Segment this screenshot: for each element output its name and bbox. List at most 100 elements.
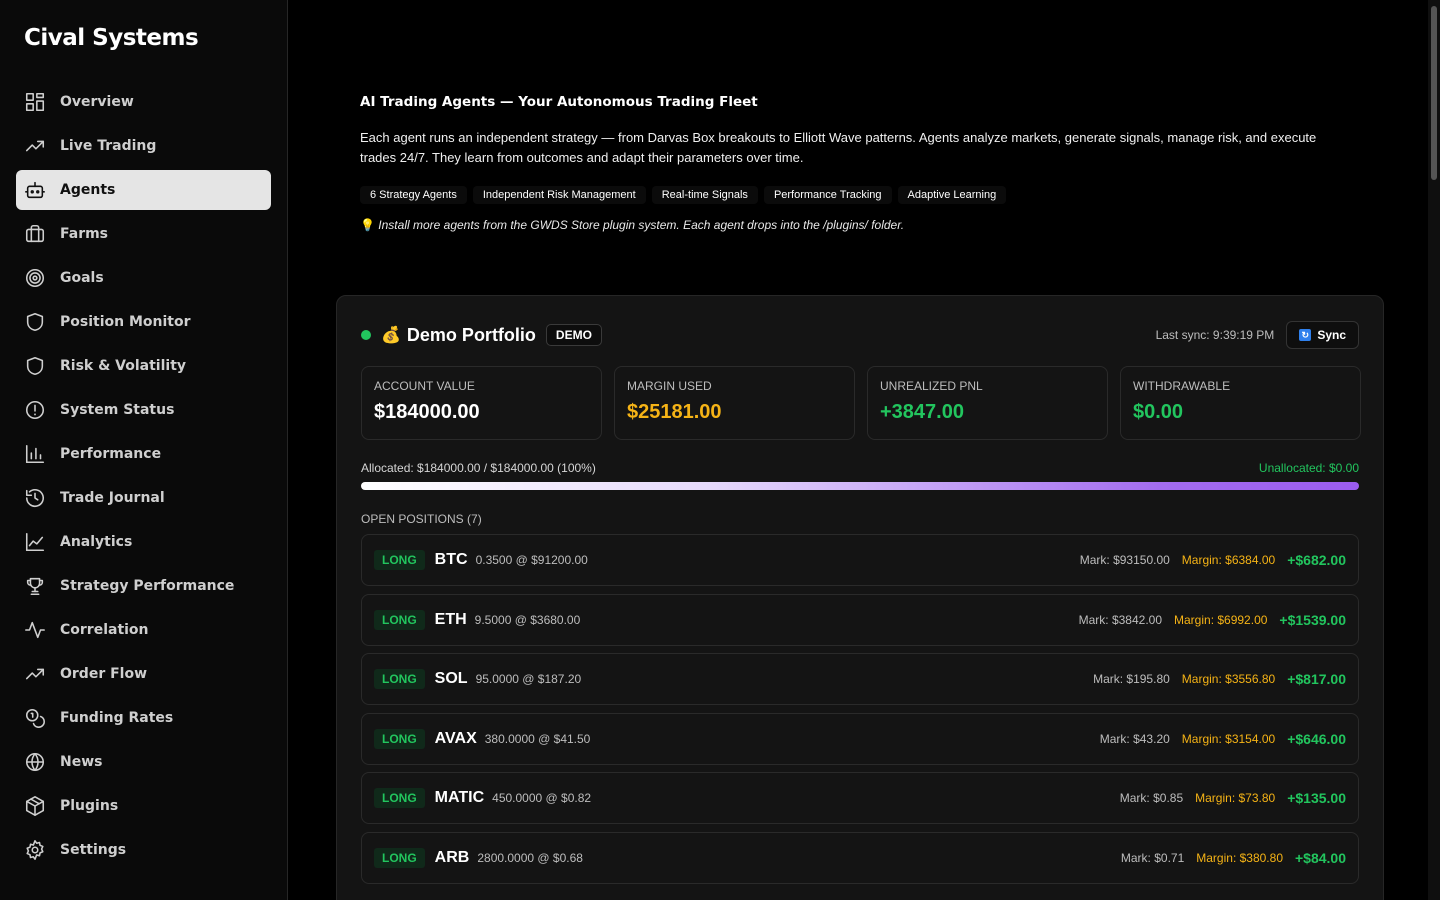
sidebar-item-live-trading[interactable]: Live Trading (16, 126, 271, 166)
position-metrics: Mark: $43.20 Margin: $3154.00 +$646.00 (1100, 731, 1346, 747)
portfolio-header: 💰 Demo Portfolio DEMO Last sync: 9:39:19… (361, 320, 1359, 350)
mark-price: Mark: $0.85 (1119, 791, 1184, 805)
sidebar-item-correlation[interactable]: Correlation (16, 610, 271, 650)
stat-label: MARGIN USED (627, 379, 712, 393)
page-title: AI Trading Agents — Your Autonomous Trad… (360, 94, 758, 110)
sidebar-item-settings[interactable]: Settings (16, 830, 271, 870)
scrollbar[interactable] (1428, 0, 1440, 900)
position-margin: Margin: $380.80 (1196, 850, 1283, 865)
stat-value: $25181.00 (627, 401, 722, 423)
sidebar-item-farms[interactable]: Farms (16, 214, 271, 254)
grid-icon (24, 91, 46, 113)
line-chart-icon (24, 531, 46, 553)
position-metrics: Mark: $93150.00 Margin: $6384.00 +$682.00 (1080, 552, 1346, 568)
trending-up-icon (24, 663, 46, 685)
position-size: 2800.0000 @ $0.68 (477, 850, 583, 865)
intro-description: Each agent runs an independent strategy … (360, 130, 1317, 165)
sidebar-item-label: Analytics (60, 534, 133, 550)
sidebar-item-risk-and-volatility[interactable]: Risk & Volatility (16, 346, 271, 386)
side-badge: LONG (374, 788, 425, 808)
sidebar-item-label: Overview (60, 94, 134, 110)
sidebar-item-analytics[interactable]: Analytics (16, 522, 271, 562)
sidebar-item-performance[interactable]: Performance (16, 434, 271, 474)
position-row-eth[interactable]: LONG ETH 9.5000 @ $3680.00 Mark: $3842.00 Ma… (361, 593, 1359, 646)
feature-tags: 6 Strategy Agents Independent Risk Manag… (360, 186, 1340, 204)
stat-value: +3847.00 (880, 401, 964, 423)
sidebar-item-goals[interactable]: Goals (16, 258, 271, 298)
stat-withdrawable: WITHDRAWABLE $0.00 (1120, 366, 1361, 440)
sidebar-item-funding-rates[interactable]: Funding Rates (16, 698, 271, 738)
sidebar-item-label: System Status (60, 402, 175, 418)
sync-button[interactable]: ↻ Sync (1286, 321, 1359, 349)
sidebar-item-label: Trade Journal (60, 490, 165, 506)
position-pnl: +$135.00 (1287, 790, 1346, 806)
position-margin: Margin: $3556.80 (1181, 672, 1276, 686)
position-row-btc[interactable]: LONG BTC 0.3500 @ $91200.00 Mark: $93150.00… (361, 534, 1359, 586)
position-row-avax[interactable]: LONG AVAX 380.0000 @ $41.50 Mark: $43.20 Mar… (361, 712, 1359, 765)
open-positions-title: OPEN POSITIONS (7) (361, 512, 482, 526)
shield-icon (24, 311, 46, 333)
stat-value: $184000.00 (374, 401, 480, 423)
sidebar-item-plugins[interactable]: Plugins (16, 786, 271, 826)
sidebar-item-overview[interactable]: Overview (16, 82, 271, 122)
side-badge: LONG (374, 550, 425, 570)
position-size: 9.5000 @ $3680.00 (474, 612, 581, 627)
sidebar-nav: Overview Live Trading Agents Farms Goals Posi… (16, 82, 271, 870)
main-content: AI Trading Agents — Your Autonomous Trad… (288, 0, 1440, 900)
sidebar-item-label: Performance (60, 446, 162, 462)
position-pnl: +$817.00 (1287, 671, 1346, 687)
sidebar-item-label: Correlation (60, 622, 149, 638)
side-badge: LONG (374, 669, 425, 689)
position-symbol: BTC (434, 551, 468, 568)
scrollbar-thumb[interactable] (1431, 6, 1437, 180)
sidebar-item-agents[interactable]: Agents (16, 170, 271, 210)
position-pnl: +$646.00 (1287, 730, 1346, 747)
sidebar-item-label: Plugins (60, 798, 119, 814)
feature-tag: Real-time Signals (651, 186, 758, 204)
agents-intro: AI Trading Agents — Your Autonomous Trad… (360, 94, 1340, 232)
sidebar-item-strategy-performance[interactable]: Strategy Performance (16, 566, 271, 606)
sync-label: Sync (1317, 328, 1346, 342)
position-size: 0.3500 @ $91200.00 (475, 553, 588, 567)
position-size: 380.0000 @ $41.50 (484, 731, 591, 746)
sidebar-item-label: Farms (60, 226, 109, 242)
mark-price: Mark: $195.80 (1093, 672, 1170, 686)
feature-tag: Performance Tracking (763, 186, 892, 204)
position-row-sol[interactable]: LONG SOL 95.0000 @ $187.20 Mark: $195.80 Mar… (361, 653, 1359, 705)
gear-icon (24, 839, 46, 861)
sidebar-item-label: Position Monitor (60, 314, 191, 330)
position-margin: Margin: $6992.00 (1174, 612, 1268, 627)
money-bag-icon: 💰 (381, 327, 401, 344)
stat-label: ACCOUNT VALUE (374, 379, 475, 393)
position-symbol: MATIC (434, 789, 485, 806)
stat-margin-used: MARGIN USED $25181.00 (614, 366, 855, 440)
sidebar: Cival Systems Overview Live Trading Agents… (0, 0, 288, 900)
side-badge: LONG (374, 847, 425, 868)
mark-price: Mark: $43.20 (1099, 731, 1170, 746)
position-pnl: +$84.00 (1295, 849, 1346, 866)
sidebar-item-label: Strategy Performance (60, 578, 235, 594)
position-size: 95.0000 @ $187.20 (475, 672, 582, 686)
status-indicator (361, 330, 371, 340)
refresh-icon: ↻ (1299, 329, 1312, 341)
target-icon (24, 267, 46, 289)
position-metrics: Mark: $195.80 Margin: $3556.80 +$817.00 (1093, 671, 1346, 687)
sidebar-item-trade-journal[interactable]: Trade Journal (16, 478, 271, 518)
position-pnl: +$682.00 (1287, 552, 1346, 568)
stat-label: WITHDRAWABLE (1133, 379, 1231, 393)
sidebar-item-order-flow[interactable]: Order Flow (16, 654, 271, 694)
sidebar-item-position-monitor[interactable]: Position Monitor (16, 302, 271, 342)
mark-price: Mark: $93150.00 (1079, 553, 1170, 567)
coins-icon (24, 707, 46, 729)
feature-tag: Independent Risk Management (472, 186, 646, 204)
briefcase-icon (24, 223, 46, 245)
last-sync-time: Last sync: 9:39:19 PM (1155, 328, 1275, 342)
sidebar-item-system-status[interactable]: System Status (16, 390, 271, 430)
position-row-arb[interactable]: LONG ARB 2800.0000 @ $0.68 Mark: $0.71 Margi… (361, 831, 1359, 884)
sidebar-item-news[interactable]: News (16, 742, 271, 782)
brand-logo: Cival Systems (24, 25, 199, 51)
mark-price: Mark: $0.71 (1120, 850, 1185, 865)
robot-icon (24, 179, 46, 201)
position-row-matic[interactable]: LONG MATIC 450.0000 @ $0.82 Mark: $0.85 Marg… (361, 772, 1359, 824)
sidebar-item-label: Funding Rates (60, 710, 174, 726)
